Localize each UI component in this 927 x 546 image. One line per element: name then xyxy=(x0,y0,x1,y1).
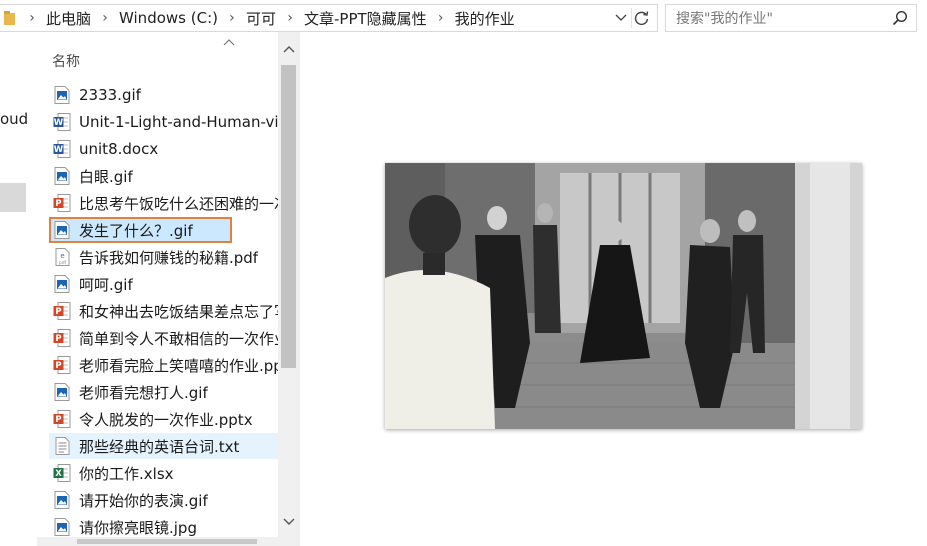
file-row[interactable]: P 和女神出去吃饭结果差点忘了写 xyxy=(49,298,278,324)
gif-preview-image xyxy=(385,163,862,429)
file-row[interactable]: 老师看完想打人.gif xyxy=(49,379,278,405)
file-row-selected[interactable]: 发生了什么？.gif xyxy=(49,217,232,243)
folder-icon xyxy=(4,11,15,25)
scrollbar-thumb[interactable] xyxy=(281,65,296,368)
svg-text:W: W xyxy=(54,118,64,128)
image-file-icon xyxy=(53,274,71,294)
svg-text:P: P xyxy=(55,361,61,371)
file-name: 和女神出去吃饭结果差点忘了写 xyxy=(79,302,278,321)
horizontal-scrollbar[interactable] xyxy=(37,537,278,546)
breadcrumb: › 此电脑 › Windows (C:) › 可可 › 文章-PPT隐藏属性 › 我的作业 xyxy=(20,5,517,31)
powerpoint-file-icon: P xyxy=(53,409,71,429)
file-name: unit8.docx xyxy=(79,140,159,158)
file-name: Unit-1-Light-and-Human-vis xyxy=(79,113,278,131)
breadcrumb-item[interactable]: 我的作业 xyxy=(453,8,517,29)
text-file-icon xyxy=(53,436,71,456)
file-name: 比思考午饭吃什么还困难的一次 xyxy=(79,194,278,213)
horizontal-scrollbar-thumb[interactable] xyxy=(77,539,257,544)
file-row[interactable]: 白眼.gif xyxy=(49,163,278,189)
file-row[interactable]: P 简单到令人不敢相信的一次作业 xyxy=(49,325,278,351)
file-row[interactable]: P 比思考午饭吃什么还困难的一次 xyxy=(49,190,278,216)
file-name: 告诉我如何赚钱的秘籍.pdf xyxy=(79,248,259,267)
powerpoint-file-icon: P xyxy=(53,328,71,348)
nav-item-label[interactable]: oud xyxy=(0,110,28,128)
file-list: 名称 2333.gif W Unit-1-Light-and-Human-vis Wu… xyxy=(37,32,278,546)
scroll-down-icon[interactable] xyxy=(283,517,295,527)
chevron-right-icon[interactable]: › xyxy=(93,10,117,26)
file-name: 老师看完想打人.gif xyxy=(79,383,208,402)
address-bar[interactable]: › 此电脑 › Windows (C:) › 可可 › 文章-PPT隐藏属性 › 我的作业 xyxy=(0,4,658,32)
file-row[interactable]: 呵呵.gif xyxy=(49,271,278,297)
image-file-icon xyxy=(53,382,71,402)
svg-text:pdf: pdf xyxy=(59,260,67,266)
chevron-right-icon[interactable]: › xyxy=(20,10,44,26)
file-row[interactable]: W Unit-1-Light-and-Human-vis xyxy=(49,109,278,135)
image-file-icon xyxy=(53,517,71,537)
file-name: 2333.gif xyxy=(79,86,141,104)
file-name: 白眼.gif xyxy=(79,167,133,186)
powerpoint-file-icon: P xyxy=(53,355,71,375)
pdf-file-icon: e pdf xyxy=(53,247,71,267)
refresh-icon[interactable] xyxy=(631,8,652,28)
chevron-right-icon[interactable]: › xyxy=(429,10,453,26)
search-box[interactable] xyxy=(665,4,917,32)
file-row[interactable]: 那些经典的英语台词.txt xyxy=(49,433,278,459)
svg-text:e: e xyxy=(60,252,64,260)
chevron-down-icon[interactable] xyxy=(614,11,628,25)
word-file-icon: W xyxy=(53,112,71,132)
breadcrumb-item[interactable]: 此电脑 xyxy=(44,8,93,29)
breadcrumb-item[interactable]: 可可 xyxy=(244,8,278,29)
file-name: 请开始你的表演.gif xyxy=(79,491,208,510)
powerpoint-file-icon: P xyxy=(53,193,71,213)
file-row[interactable]: 2333.gif xyxy=(49,82,278,108)
chevron-right-icon[interactable]: › xyxy=(278,10,302,26)
excel-file-icon: X xyxy=(53,463,71,483)
file-name: 呵呵.gif xyxy=(79,275,133,294)
svg-text:P: P xyxy=(55,334,61,344)
column-header-name[interactable]: 名称 xyxy=(52,51,80,71)
scroll-up-icon[interactable] xyxy=(283,44,295,54)
svg-text:P: P xyxy=(55,199,61,209)
svg-text:P: P xyxy=(55,307,61,317)
file-name: 那些经典的英语台词.txt xyxy=(79,437,240,456)
file-row[interactable]: e pdf 告诉我如何赚钱的秘籍.pdf xyxy=(49,244,278,270)
file-name: 你的工作.xlsx xyxy=(79,464,174,483)
file-row[interactable]: P 令人脱发的一次作业.pptx xyxy=(49,406,278,432)
svg-text:X: X xyxy=(55,469,62,479)
chevron-right-icon[interactable]: › xyxy=(220,10,244,26)
file-name: 请你擦亮眼镜.jpg xyxy=(79,518,197,537)
navigation-pane: oud xyxy=(0,32,37,546)
svg-text:W: W xyxy=(54,145,64,155)
file-name: 老师看完脸上笑嘻嘻的作业.ppt xyxy=(79,356,278,375)
file-row[interactable]: X 你的工作.xlsx xyxy=(49,460,278,486)
file-row[interactable]: P 老师看完脸上笑嘻嘻的作业.ppt xyxy=(49,352,278,378)
nav-item-selected[interactable] xyxy=(0,183,26,212)
breadcrumb-item[interactable]: 文章-PPT隐藏属性 xyxy=(302,8,429,29)
word-file-icon: W xyxy=(53,139,71,159)
file-name: 令人脱发的一次作业.pptx xyxy=(79,410,253,429)
file-name: 发生了什么？.gif xyxy=(79,221,193,240)
preview-picture xyxy=(385,163,862,429)
image-file-icon xyxy=(53,166,71,186)
breadcrumb-item[interactable]: Windows (C:) xyxy=(117,9,220,27)
search-input[interactable] xyxy=(674,8,888,30)
file-row[interactable]: Wunit8.docx xyxy=(49,136,278,162)
powerpoint-file-icon: P xyxy=(53,301,71,321)
svg-text:P: P xyxy=(55,415,61,425)
vertical-scrollbar[interactable] xyxy=(278,32,300,546)
sort-ascending-icon[interactable] xyxy=(223,38,235,46)
file-name: 简单到令人不敢相信的一次作业 xyxy=(79,329,278,348)
search-icon[interactable] xyxy=(892,10,908,26)
image-file-icon xyxy=(53,220,71,240)
image-file-icon xyxy=(53,85,71,105)
image-file-icon xyxy=(53,490,71,510)
file-row[interactable]: 请开始你的表演.gif xyxy=(49,487,278,513)
